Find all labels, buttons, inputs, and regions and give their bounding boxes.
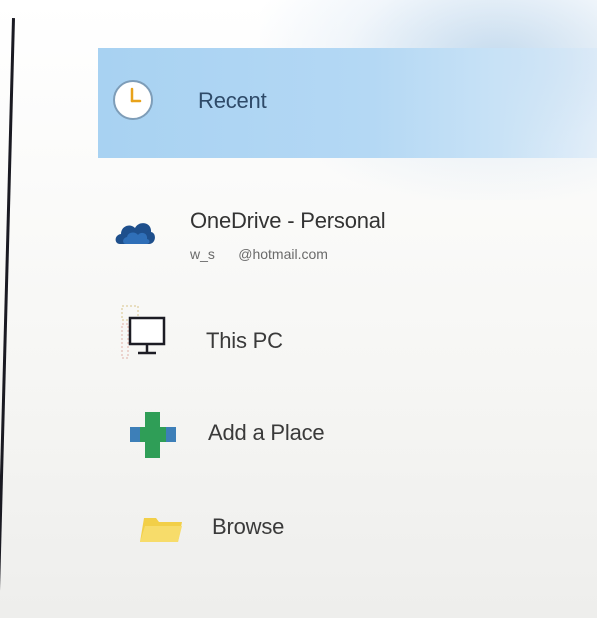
place-add-a-place-label: Add a Place: [208, 420, 325, 445]
plus-icon: [130, 412, 176, 458]
computer-monitor-icon: [121, 305, 166, 359]
place-this-pc-label: This PC: [206, 328, 283, 353]
place-add-a-place[interactable]: Add a Place: [98, 392, 597, 472]
backstage-divider: [0, 18, 15, 614]
place-recent-label: Recent: [198, 88, 267, 113]
onedrive-cloud-icon: [115, 223, 155, 244]
place-recent[interactable]: Recent: [98, 48, 597, 158]
place-browse[interactable]: Browse: [98, 490, 597, 570]
place-browse-label: Browse: [212, 514, 285, 539]
place-onedrive[interactable]: OneDrive - Personal w_s @hotmail.com: [98, 190, 597, 272]
clock-icon: [113, 80, 153, 120]
backstage-view: Recent OneDrive - Personal w_s @hotmail.…: [0, 0, 597, 618]
place-onedrive-label: OneDrive - Personal: [190, 208, 386, 233]
place-this-pc[interactable]: This PC: [98, 300, 597, 380]
folder-icon: [140, 518, 182, 542]
onedrive-account-email: w_s @hotmail.com: [190, 246, 328, 262]
